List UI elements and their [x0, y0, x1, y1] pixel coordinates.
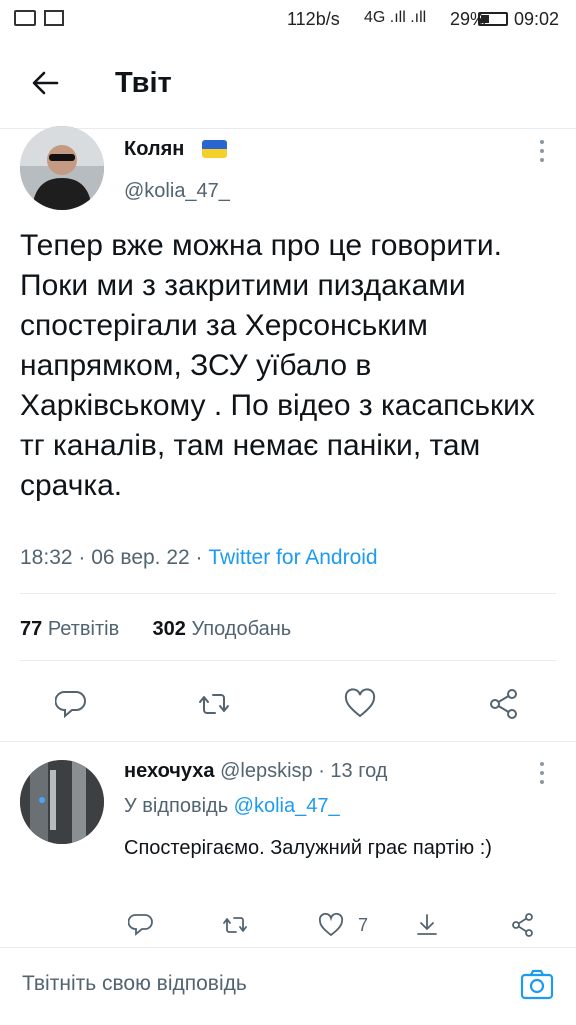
- ukraine-flag-icon: [202, 140, 227, 158]
- retweets-count: 77: [20, 618, 43, 640]
- likes-stat[interactable]: 302 Уподобань: [153, 618, 292, 640]
- reply-icon[interactable]: [55, 688, 87, 720]
- reply-input[interactable]: Твітніть свою відповідь: [22, 972, 247, 996]
- tweet-source-link[interactable]: Twitter for Android: [208, 546, 377, 569]
- tweet-stats: 77 Ретвітів 302 Уподобань: [20, 618, 291, 641]
- net-speed: 112b/s: [287, 9, 340, 29]
- clock: 09:02: [514, 9, 560, 29]
- author-name[interactable]: Колян: [124, 138, 184, 161]
- battery-icon: [478, 12, 508, 26]
- more-options-icon[interactable]: [536, 138, 548, 164]
- like-heart-icon[interactable]: [344, 688, 376, 720]
- author-handle[interactable]: @kolia_47_: [124, 180, 230, 203]
- status-bar: 112b/s 4G .ıll .ıll 29% 09:02: [0, 0, 576, 38]
- retweets-label: Ретвітів: [47, 618, 120, 640]
- reply-header: нехочуха @lepskisp · 13 год: [124, 760, 387, 783]
- image-icon: [44, 10, 64, 26]
- likes-count: 302: [152, 618, 186, 640]
- message-icon: [14, 10, 36, 26]
- divider: [0, 741, 576, 742]
- back-arrow-icon[interactable]: [30, 68, 60, 98]
- page-title: Твіт: [115, 67, 172, 99]
- signal-icon: 4G .ıll .ıll: [364, 9, 427, 26]
- like-heart-icon[interactable]: [318, 912, 344, 938]
- tweet-meta: 18:32 · 06 вер. 22 · Twitter for Android: [20, 546, 378, 570]
- tweet-text: Тепер вже можна про це говорити. Поки ми…: [20, 229, 535, 502]
- reply-time: · 13 год: [312, 760, 388, 782]
- likes-label: Уподобань: [191, 618, 292, 640]
- divider: [20, 660, 556, 661]
- divider: [20, 593, 556, 594]
- more-options-icon[interactable]: [536, 760, 548, 786]
- share-icon[interactable]: [488, 688, 520, 720]
- reply-to-label: У відповідь: [124, 795, 234, 817]
- reply-author-handle[interactable]: @lepskisp: [220, 760, 313, 782]
- retweets-stat[interactable]: 77 Ретвітів: [20, 618, 119, 640]
- camera-icon[interactable]: [520, 968, 554, 1000]
- reply-author-name[interactable]: нехочуха: [124, 760, 215, 782]
- reply-to-mention[interactable]: @kolia_47_: [234, 795, 340, 817]
- reply-text: Спостерігаємо. Залужний грає партію :): [124, 837, 492, 859]
- reply-like-count: 7: [358, 915, 369, 935]
- retweet-icon[interactable]: [198, 688, 230, 720]
- tweet-time: 18:32 · 06 вер. 22 ·: [20, 546, 209, 569]
- retweet-icon[interactable]: [222, 912, 248, 938]
- compose-bar: Твітніть свою відповідь: [0, 947, 576, 1025]
- reply-avatar[interactable]: [20, 760, 104, 844]
- reply-icon[interactable]: [128, 912, 154, 938]
- top-app-bar: Твіт: [0, 38, 576, 129]
- download-icon[interactable]: [414, 912, 440, 938]
- share-icon[interactable]: [510, 912, 536, 938]
- avatar[interactable]: [20, 126, 104, 210]
- replying-to: У відповідь @kolia_47_: [124, 795, 340, 818]
